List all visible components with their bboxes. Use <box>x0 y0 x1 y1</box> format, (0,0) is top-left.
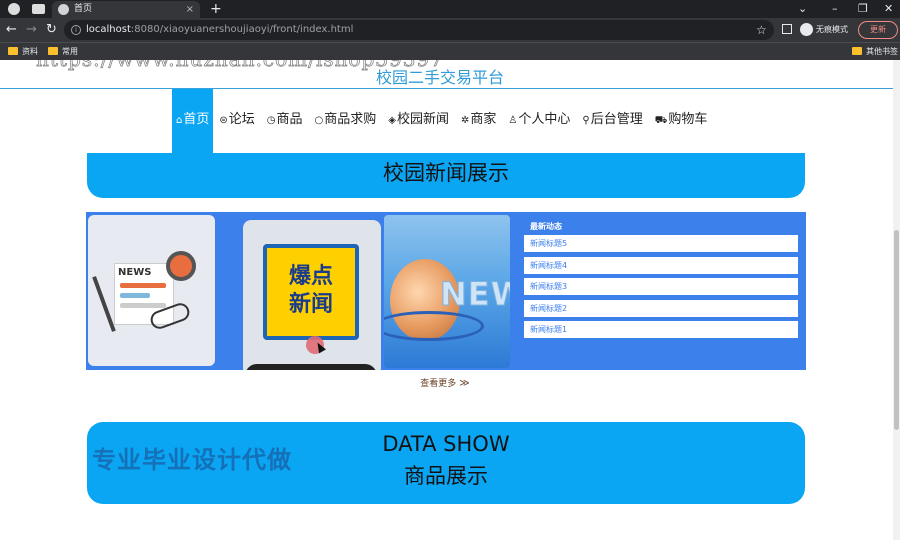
watermark-text: https://www.huzhan.com/ishop39397 <box>36 60 444 71</box>
latest-news-title: 最新动态 <box>530 222 562 231</box>
tab-title: 首页 <box>74 4 93 14</box>
newspaper-line <box>120 293 150 298</box>
breaking-line-2: 新闻 <box>288 292 333 317</box>
view-more-label: 查看更多 <box>420 379 457 389</box>
list-item[interactable]: 新闻标题5 <box>524 235 798 252</box>
url-input[interactable]: i localhost:8080/xiaoyuanershoujiaoyi/fr… <box>64 20 774 40</box>
news-image-3d[interactable]: NEW <box>384 215 510 368</box>
view-more-link[interactable]: 查看更多 ≫ <box>0 376 890 389</box>
list-item[interactable]: 新闻标题3 <box>524 278 798 295</box>
scrollbar-thumb[interactable] <box>894 230 899 430</box>
url-path: :8080/xiaoyuanershoujiaoyi/front/index.h… <box>130 24 354 35</box>
back-button[interactable]: ← <box>6 21 17 39</box>
menu-label: 购物车 <box>668 112 708 127</box>
tab-favicon-icon <box>58 4 69 15</box>
bookmark-label: 常用 <box>62 47 78 56</box>
circle-icon: ○ <box>314 115 324 126</box>
side-panel-icon[interactable] <box>782 24 792 34</box>
menu-item-home[interactable]: ⌂首页 <box>172 89 214 153</box>
breaking-news-badge: 爆点 新闻 <box>263 244 359 340</box>
page-scrollbar[interactable] <box>893 60 900 540</box>
list-item[interactable]: 新闻标题1 <box>524 321 798 338</box>
menu-item-forum[interactable]: ⊜论坛 <box>213 89 260 153</box>
phone-icon <box>245 364 377 370</box>
bookmark-folder-1[interactable]: 常用 <box>48 43 78 60</box>
menu-label: 首页 <box>183 112 210 127</box>
main-menu: ⌂首页 ⊜论坛 ◷商品 ○商品求购 ◈校园新闻 ✲商家 ♙个人中心 ⚲后台管理 … <box>172 89 713 153</box>
double-chevron-icon: ≫ <box>459 378 470 389</box>
folder-icon <box>852 47 862 55</box>
user-icon: ♙ <box>508 115 518 126</box>
folder-icon <box>8 47 18 55</box>
menu-item-goods[interactable]: ◷商品 <box>261 89 309 153</box>
pencil-icon <box>92 276 116 332</box>
folder-icon <box>48 47 58 55</box>
new-tab-button[interactable]: + <box>210 0 222 18</box>
other-bookmarks[interactable]: 其他书签 <box>852 43 898 60</box>
menu-item-wanted[interactable]: ○商品求购 <box>309 89 383 153</box>
newspaper-line <box>120 303 166 308</box>
newspaper-label: NEWS <box>118 267 152 278</box>
menu-item-admin[interactable]: ⚲后台管理 <box>576 89 648 153</box>
browser-tab-bar: 首页 × + ⌄ – ❐ ✕ <box>0 0 900 18</box>
incognito-indicator[interactable]: 无痕模式 <box>800 21 848 39</box>
latest-news-list: 最新动态 新闻标题5 新闻标题4 新闻标题3 新闻标题2 新闻标题1 <box>524 215 804 343</box>
browser-menu-icon[interactable] <box>8 3 20 15</box>
other-bookmarks-label: 其他书签 <box>866 47 898 56</box>
incognito-icon <box>800 23 813 36</box>
tab-close-icon[interactable]: × <box>186 1 194 18</box>
menu-label: 论坛 <box>228 112 255 127</box>
bookmark-folder-0[interactable]: 资料 <box>8 43 38 60</box>
breaking-line-1: 爆点 <box>288 264 333 289</box>
forum-icon: ⊜ <box>219 115 228 126</box>
bookmark-label: 资料 <box>22 47 38 56</box>
link-icon: ⚲ <box>582 115 590 126</box>
menu-label: 个人中心 <box>518 112 571 127</box>
clock-icon: ◷ <box>266 115 276 126</box>
menu-item-news[interactable]: ◈校园新闻 <box>382 89 455 153</box>
goods-section-heading: 专业毕业设计代做 DATA SHOW 商品展示 <box>87 422 805 504</box>
home-icon: ⌂ <box>176 115 183 126</box>
news-section-heading: 校园新闻展示 <box>87 153 805 198</box>
restore-button[interactable]: ❐ <box>858 0 868 18</box>
menu-label: 商品求购 <box>324 112 377 127</box>
goods-heading-en: DATA SHOW <box>382 432 510 456</box>
clock-icon <box>166 251 196 281</box>
tab-overview-icon[interactable] <box>32 4 45 14</box>
url-host: localhost <box>86 24 131 35</box>
browser-tab-home[interactable]: 首页 × <box>52 1 200 18</box>
news-icon: ◈ <box>388 115 396 126</box>
bookmarks-bar: 资料 常用 其他书签 <box>0 42 900 60</box>
tab-search-icon[interactable]: ⌄ <box>798 0 807 18</box>
news-panel: NEWS 爆点 新闻 NEW 最新动态 新闻标题5 新闻标题4 新闻标题3 新闻… <box>86 212 806 370</box>
menu-label: 商家 <box>470 112 497 127</box>
news-image-newspaper[interactable]: NEWS <box>88 215 215 366</box>
cart-icon: ⛟ <box>654 115 668 126</box>
menu-label: 后台管理 <box>590 112 643 127</box>
news-3d-text: NEW <box>440 275 510 314</box>
menu-label: 商品 <box>276 112 303 127</box>
list-item[interactable]: 新闻标题2 <box>524 299 798 317</box>
page-viewport: https://www.huzhan.com/ishop39397 校园二手交易… <box>0 60 900 540</box>
menu-label: 校园新闻 <box>396 112 449 127</box>
newspaper-line <box>120 283 166 288</box>
menu-item-cart[interactable]: ⛟购物车 <box>649 89 714 153</box>
list-item[interactable]: 新闻标题4 <box>524 256 798 274</box>
bookmark-star-icon[interactable]: ☆ <box>756 20 767 40</box>
menu-item-profile[interactable]: ♙个人中心 <box>502 89 576 153</box>
address-bar: ← → ↻ i localhost:8080/xiaoyuanershoujia… <box>0 18 900 42</box>
minimize-button[interactable]: – <box>832 0 838 18</box>
menu-item-merchant[interactable]: ✲商家 <box>455 89 502 153</box>
update-button[interactable]: 更新 <box>858 21 898 39</box>
goods-heading-zh: 商品展示 <box>404 464 488 488</box>
reload-button[interactable]: ↻ <box>46 21 57 39</box>
gear-icon: ✲ <box>461 115 470 126</box>
ring-shape <box>384 311 484 341</box>
forward-button[interactable]: → <box>26 21 37 39</box>
close-window-button[interactable]: ✕ <box>884 0 893 18</box>
site-info-icon[interactable]: i <box>71 25 81 35</box>
incognito-label: 无痕模式 <box>816 25 848 34</box>
